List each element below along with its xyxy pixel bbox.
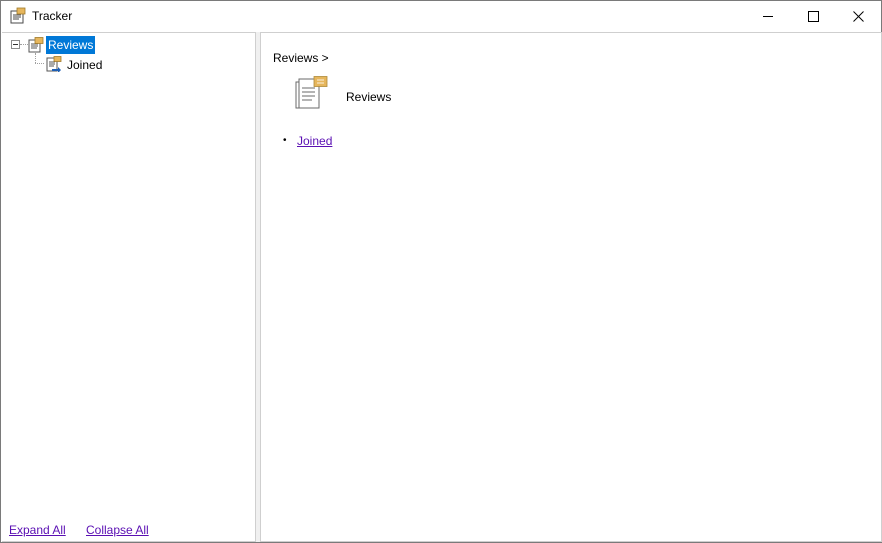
document-arrow-icon	[46, 56, 62, 72]
close-button[interactable]	[835, 1, 881, 31]
content-heading: Reviews	[346, 90, 392, 104]
window-title: Tracker	[32, 9, 73, 23]
tree-connector	[20, 44, 28, 46]
app-window: Tracker Reviews Joined Expand All Collap…	[0, 0, 882, 543]
expand-all-link[interactable]: Expand All	[9, 523, 66, 537]
title-bar[interactable]: Tracker	[1, 1, 881, 31]
child-link-joined[interactable]: Joined	[297, 134, 332, 148]
app-icon	[10, 7, 26, 24]
minimize-button[interactable]	[745, 1, 791, 31]
breadcrumb[interactable]: Reviews >	[273, 51, 329, 65]
tree-connector	[35, 63, 44, 65]
close-icon	[852, 10, 864, 22]
document-stack-icon	[295, 76, 328, 109]
minimize-icon	[763, 16, 773, 17]
collapse-toggle-icon[interactable]	[11, 40, 20, 49]
reviews-folder-icon	[28, 37, 44, 53]
tree-node-reviews[interactable]: Reviews	[46, 36, 96, 54]
collapse-all-link[interactable]: Collapse All	[86, 523, 149, 537]
maximize-icon	[807, 10, 819, 22]
navigation-pane: Reviews Joined Expand All Collapse All	[2, 32, 256, 542]
content-pane: Reviews > Reviews • Joined	[260, 32, 882, 542]
tree-connector	[35, 53, 37, 63]
maximize-button[interactable]	[790, 1, 836, 31]
tree-view[interactable]: Reviews Joined	[2, 33, 255, 153]
tree-node-joined[interactable]: Joined	[67, 57, 102, 73]
bullet-icon: •	[283, 135, 287, 146]
